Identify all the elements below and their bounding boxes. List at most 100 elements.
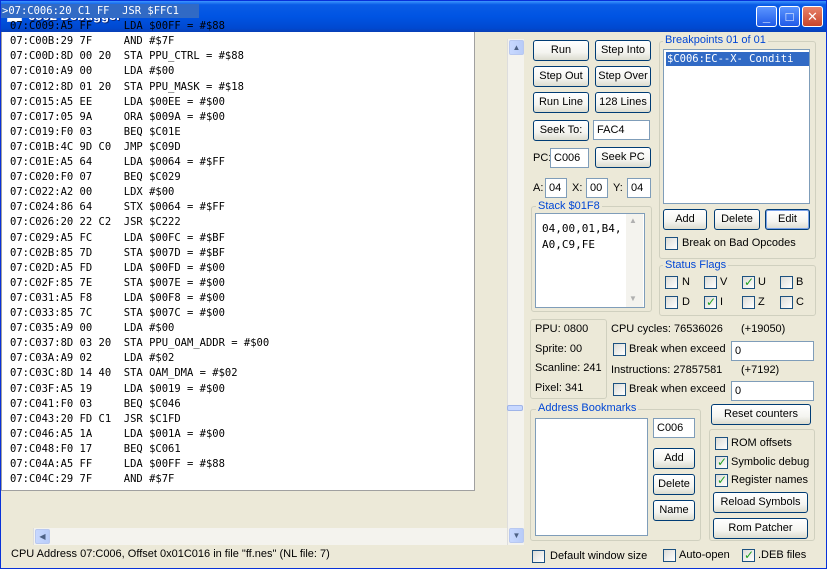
- flag-u-checkbox[interactable]: [742, 275, 755, 289]
- disassembly-hscroll[interactable]: ◀: [33, 528, 507, 545]
- default-window-size-label: Default window size: [550, 550, 648, 562]
- disassembly-line[interactable]: 07:C015:A5 EE LDA $00EE = #$00: [1, 95, 225, 109]
- break-cycles-checkbox[interactable]: [613, 343, 626, 356]
- disassembly-line[interactable]: 07:C04C:29 7F AND #$7F: [1, 472, 174, 486]
- stack-vscroll[interactable]: ▲ ▼: [626, 214, 643, 307]
- y-label: Y:: [613, 182, 623, 194]
- disassembly-line[interactable]: 07:C026:20 22 C2 JSR $C222: [1, 215, 181, 229]
- disassembly-line[interactable]: 07:C02B:85 7D STA $007D = #$BF: [1, 246, 225, 260]
- breakpoints-list[interactable]: $C006:EC--X- Conditi: [663, 49, 810, 204]
- reload-symbols-button[interactable]: Reload Symbols: [713, 492, 808, 513]
- status-flags-title: Status Flags: [663, 259, 729, 271]
- delete-bookmark-button[interactable]: Delete: [653, 474, 695, 495]
- disassembly-line[interactable]: 07:C020:F0 07 BEQ $C029: [1, 170, 181, 184]
- disassembly-line[interactable]: 07:C009:A5 FF LDA $00FF = #$88: [1, 19, 225, 33]
- disassembly-line[interactable]: 07:C00B:29 7F AND #$7F: [1, 34, 174, 48]
- disassembly-line[interactable]: 07:C046:A5 1A LDA $001A = #$00: [1, 427, 225, 441]
- instructions-limit-input[interactable]: 0: [731, 381, 814, 401]
- disassembly-line[interactable]: 07:C029:A5 FC LDA $00FC = #$BF: [1, 231, 225, 245]
- disassembly-vscroll[interactable]: ▲ ▼: [507, 39, 524, 545]
- scroll-thumb[interactable]: [507, 405, 523, 411]
- disassembly-line[interactable]: 07:C048:F0 17 BEQ $C061: [1, 442, 181, 456]
- scroll-up-icon[interactable]: ▲: [509, 40, 524, 55]
- cpu-cycles-value: CPU cycles: 76536026: [611, 323, 723, 335]
- disassembly-line[interactable]: 07:C01E:A5 64 LDA $0064 = #$FF: [1, 155, 225, 169]
- step-out-button[interactable]: Step Out: [533, 66, 589, 87]
- symbolic-debug-checkbox[interactable]: [715, 455, 728, 469]
- 128-lines-button[interactable]: 128 Lines: [595, 92, 651, 113]
- scroll-down-icon[interactable]: ▼: [509, 528, 524, 543]
- disassembly-line[interactable]: 07:C033:85 7C STA $007C = #$00: [1, 306, 225, 320]
- flag-d-checkbox[interactable]: [665, 296, 678, 309]
- disassembly-line[interactable]: 07:C012:8D 01 20 STA PPU_MASK = #$18: [1, 80, 244, 94]
- x-register-input[interactable]: 00: [586, 178, 608, 198]
- delete-breakpoint-button[interactable]: Delete: [714, 209, 760, 230]
- disassembly-line[interactable]: 07:C024:86 64 STX $0064 = #$FF: [1, 200, 225, 214]
- cycles-limit-input[interactable]: 0: [731, 341, 814, 361]
- step-over-button[interactable]: Step Over: [595, 66, 651, 87]
- name-bookmark-button[interactable]: Name: [653, 500, 695, 521]
- bookmark-address-input[interactable]: C006: [653, 418, 695, 438]
- stack-scroll-up-icon[interactable]: ▲: [629, 216, 637, 225]
- flag-v-checkbox[interactable]: [704, 276, 717, 289]
- flag-b-checkbox[interactable]: [780, 276, 793, 289]
- disassembly-line[interactable]: 07:C017:05 9A ORA $009A = #$00: [1, 110, 225, 124]
- flag-z-checkbox[interactable]: [742, 296, 755, 309]
- run-line-button[interactable]: Run Line: [533, 92, 589, 113]
- symbolic-debug-label: Symbolic debug: [731, 456, 810, 468]
- auto-open-checkbox[interactable]: [663, 549, 676, 562]
- rom-patcher-button[interactable]: Rom Patcher: [713, 518, 808, 539]
- disassembly-line[interactable]: 07:C02D:A5 FD LDA $00FD = #$00: [1, 261, 225, 275]
- register-names-checkbox[interactable]: [715, 473, 728, 487]
- disassembly-line[interactable]: 07:C043:20 FD C1 JSR $C1FD: [1, 412, 181, 426]
- reset-counters-button[interactable]: Reset counters: [711, 404, 811, 425]
- disassembly-line[interactable]: 07:C041:F0 03 BEQ $C046: [1, 397, 181, 411]
- disassembly-line[interactable]: 07:C031:A5 F8 LDA $00F8 = #$00: [1, 291, 225, 305]
- minimize-button[interactable]: _: [756, 6, 777, 27]
- run-button[interactable]: Run: [533, 40, 589, 61]
- add-bookmark-button[interactable]: Add: [653, 448, 695, 469]
- rom-offsets-checkbox[interactable]: [715, 437, 728, 450]
- default-window-size-checkbox[interactable]: [532, 550, 545, 563]
- flag-n-checkbox[interactable]: [665, 276, 678, 289]
- disassembly-line[interactable]: 07:C022:A2 00 LDX #$00: [1, 185, 174, 199]
- stack-scroll-down-icon[interactable]: ▼: [629, 294, 637, 303]
- disassembly-line[interactable]: 07:C010:A9 00 LDA #$00: [1, 64, 174, 78]
- edit-breakpoint-button[interactable]: Edit: [765, 209, 810, 230]
- disassembly-line[interactable]: 07:C037:8D 03 20 STA PPU_OAM_ADDR = #$00: [1, 336, 269, 350]
- status-bar: CPU Address 07:C006, Offset 0x01C016 in …: [11, 548, 330, 560]
- breakpoints-title: Breakpoints 01 of 01: [663, 34, 768, 46]
- bookmarks-list[interactable]: [535, 418, 648, 536]
- break-cycles-label: Break when exceed: [629, 343, 726, 355]
- step-into-button[interactable]: Step Into: [595, 40, 651, 61]
- pc-input[interactable]: C006: [550, 148, 589, 168]
- add-breakpoint-button[interactable]: Add: [663, 209, 707, 230]
- disassembly-line[interactable]: 07:C019:F0 03 BEQ $C01E: [1, 125, 181, 139]
- breakpoint-item[interactable]: $C006:EC--X- Conditi: [666, 52, 809, 66]
- maximize-button[interactable]: □: [779, 6, 800, 27]
- disassembly-line[interactable]: 07:C02F:85 7E STA $007E = #$00: [1, 276, 225, 290]
- disassembly-line[interactable]: 07:C035:A9 00 LDA #$00: [1, 321, 174, 335]
- disassembly-view[interactable]: >07:C006:20 C1 FF JSR $FFC1 07:C009:A5 FF…: [1, 1, 475, 491]
- deb-files-checkbox[interactable]: [742, 548, 755, 562]
- flag-c-checkbox[interactable]: [780, 296, 793, 309]
- disassembly-line[interactable]: 07:C03C:8D 14 40 STA OAM_DMA = #$02: [1, 366, 238, 380]
- break-instructions-checkbox[interactable]: [613, 383, 626, 396]
- disassembly-line[interactable]: 07:C03A:A9 02 LDA #$02: [1, 351, 174, 365]
- pixel-value: Pixel: 341: [535, 382, 584, 394]
- current-instruction-line[interactable]: >07:C006:20 C1 FF JSR $FFC1: [1, 4, 199, 18]
- instructions-value: Instructions: 27857581: [611, 364, 723, 376]
- disassembly-line[interactable]: 07:C03F:A5 19 LDA $0019 = #$00: [1, 382, 225, 396]
- break-bad-opcodes-checkbox[interactable]: [665, 237, 678, 250]
- disassembly-line[interactable]: 07:C04A:A5 FF LDA $00FF = #$88: [1, 457, 225, 471]
- seek-address-input[interactable]: FAC4: [593, 120, 650, 140]
- close-button[interactable]: ✕: [802, 6, 823, 27]
- seek-to-button[interactable]: Seek To:: [533, 120, 589, 141]
- disassembly-line[interactable]: 07:C00D:8D 00 20 STA PPU_CTRL = #$88: [1, 49, 244, 63]
- disassembly-line[interactable]: 07:C01B:4C 9D C0 JMP $C09D: [1, 140, 181, 154]
- y-register-input[interactable]: 04: [627, 178, 651, 198]
- seek-pc-button[interactable]: Seek PC: [595, 147, 651, 168]
- scroll-left-icon[interactable]: ◀: [35, 529, 50, 544]
- flag-i-checkbox[interactable]: [704, 295, 717, 309]
- a-register-input[interactable]: 04: [545, 178, 567, 198]
